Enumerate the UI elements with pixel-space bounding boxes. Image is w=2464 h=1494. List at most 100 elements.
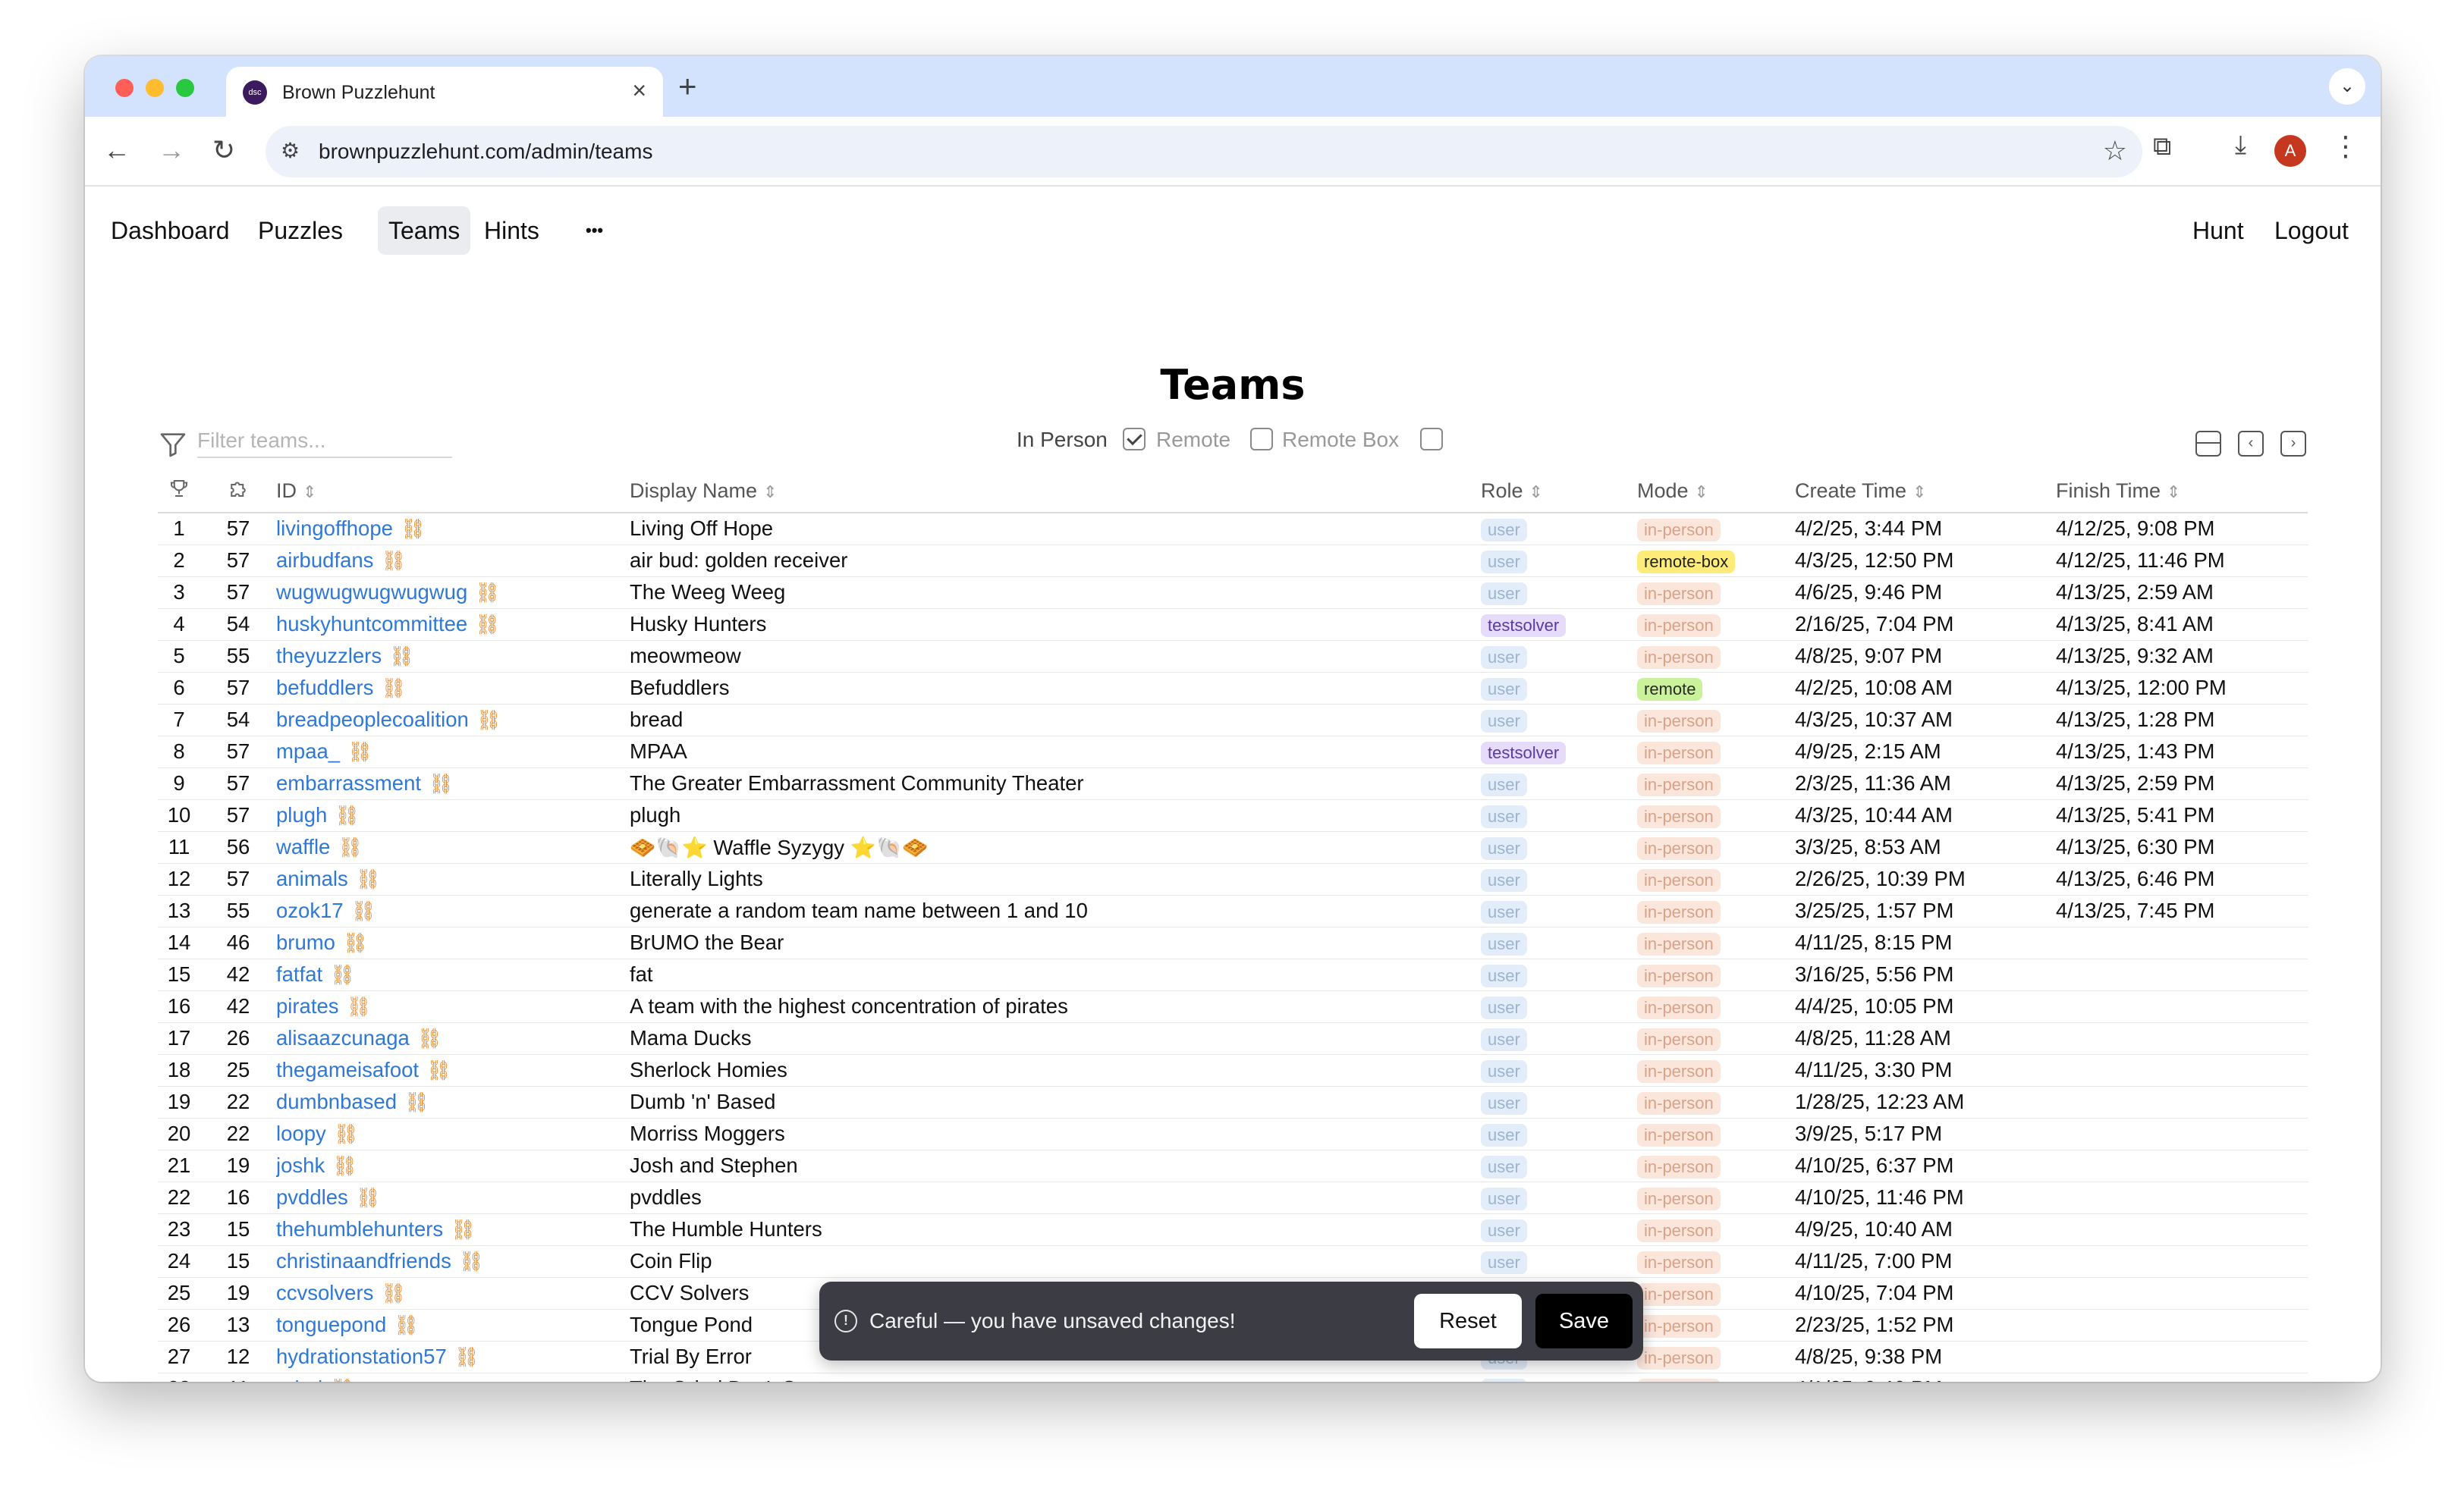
id-column-header[interactable]: ID ⇕ — [276, 470, 630, 513]
display-name-cell[interactable]: generate a random team name between 1 an… — [630, 895, 1481, 927]
display-name-cell[interactable]: The Grind Don't Stop — [630, 1373, 1481, 1382]
in-person-checkbox[interactable] — [1123, 428, 1146, 450]
table-row[interactable]: 15 42 fatfat ⛓ fat user in-person 3/16/25, 5:56… — [158, 959, 2308, 991]
team-id-link[interactable]: dumbnbased — [276, 1090, 397, 1113]
role-badge[interactable]: user — [1481, 709, 1527, 733]
link-icon[interactable]: ⛓ — [330, 963, 355, 986]
nav-logout[interactable]: Logout — [2264, 206, 2359, 255]
link-icon[interactable]: ⛓ — [454, 1345, 479, 1368]
display-name-cell[interactable]: Befuddlers — [630, 672, 1481, 705]
link-icon[interactable]: ⛓ — [426, 1059, 451, 1081]
link-icon[interactable]: ⛓ — [475, 613, 500, 636]
tab-search-icon[interactable]: ⌄ — [2329, 68, 2365, 105]
table-row[interactable]: 24 15 christinaandfriends ⛓ Coin Flip user in-… — [158, 1245, 2308, 1278]
extensions-icon[interactable]: ⧉ — [2153, 132, 2171, 162]
display-name-cell[interactable]: MPAA — [630, 736, 1481, 768]
table-row[interactable]: 20 22 loopy ⛓ Morriss Moggers user in-person 3/… — [158, 1118, 2308, 1150]
link-icon[interactable]: ⛓ — [330, 1377, 355, 1382]
display-name-cell[interactable]: Mama Ducks — [630, 1022, 1481, 1055]
finish-time-column-header[interactable]: Finish Time ⇕ — [2056, 470, 2308, 513]
remote-box-checkbox[interactable] — [1420, 428, 1443, 450]
link-icon[interactable]: ⛓ — [404, 1091, 429, 1113]
display-name-cell[interactable]: The Greater Embarrassment Community Thea… — [630, 767, 1481, 800]
table-row[interactable]: 14 46 brumo ⛓ BrUMO the Bear user in-person 4/1… — [158, 927, 2308, 959]
role-badge[interactable]: user — [1481, 900, 1527, 924]
team-id-link[interactable]: brumo — [276, 931, 335, 954]
display-name-cell[interactable]: Literally Lights — [630, 863, 1481, 896]
layout-toggle-icon[interactable] — [2195, 431, 2221, 457]
nav-more-icon[interactable]: ••• — [575, 206, 614, 255]
table-row[interactable]: 8 57 mpaa_ ⛓ MPAA testsolver in-person 4/9/25, … — [158, 736, 2308, 768]
display-name-cell[interactable]: meowmeow — [630, 640, 1481, 673]
table-row[interactable]: 16 42 pirates ⛓ A team with the highest conc… — [158, 990, 2308, 1023]
team-id-link[interactable]: mpaa_ — [276, 739, 340, 763]
mode-badge[interactable]: in-person — [1637, 1219, 1721, 1242]
nav-teams[interactable]: Teams — [378, 206, 471, 255]
mode-badge[interactable]: in-person — [1637, 996, 1721, 1019]
table-row[interactable]: 17 26 alisaazcunaga ⛓ Mama Ducks user in-perso… — [158, 1022, 2308, 1055]
bookmark-star-icon[interactable]: ☆ — [2103, 135, 2127, 167]
team-id-link[interactable]: thegameisafoot — [276, 1058, 419, 1081]
mode-badge[interactable]: in-person — [1637, 1028, 1721, 1051]
role-badge[interactable]: user — [1481, 1091, 1527, 1115]
table-row[interactable]: 19 22 dumbnbased ⛓ Dumb 'n' Based user in-pers… — [158, 1086, 2308, 1119]
link-icon[interactable]: ⛓ — [332, 1154, 357, 1177]
display-name-cell[interactable]: Husky Hunters — [630, 608, 1481, 641]
display-name-cell[interactable]: A team with the highest concentration of… — [630, 990, 1481, 1023]
solves-column-header[interactable] — [200, 470, 276, 513]
team-id-link[interactable]: hydrationstation57 — [276, 1345, 447, 1368]
close-window-button[interactable] — [115, 79, 134, 97]
link-icon[interactable]: ⛓ — [343, 931, 368, 954]
create-time-column-header[interactable]: Create Time ⇕ — [1795, 470, 2056, 513]
table-row[interactable]: 13 55 ozok17 ⛓ generate a random team name b… — [158, 895, 2308, 927]
team-id-link[interactable]: wugwugwugwugwug — [276, 580, 467, 604]
team-id-link[interactable]: embarrassment — [276, 771, 421, 795]
browser-tab[interactable]: dsc Brown Puzzlehunt × — [226, 67, 663, 117]
team-id-link[interactable]: ccvsolvers — [276, 1281, 373, 1304]
role-badge[interactable]: user — [1481, 1251, 1527, 1274]
team-id-link[interactable]: loopy — [276, 1122, 326, 1145]
mode-badge[interactable]: in-person — [1637, 1282, 1721, 1306]
team-id-link[interactable]: livingoffhope — [276, 516, 393, 540]
display-name-cell[interactable]: Josh and Stephen — [630, 1150, 1481, 1182]
display-name-cell[interactable]: pvddles — [630, 1182, 1481, 1214]
back-icon[interactable]: ← — [103, 132, 130, 168]
display-name-cell[interactable]: Dumb 'n' Based — [630, 1086, 1481, 1119]
mode-badge[interactable]: in-person — [1637, 805, 1721, 828]
role-badge[interactable]: user — [1481, 518, 1527, 541]
browser-menu-icon[interactable]: ⋮ — [2332, 130, 2359, 162]
mode-badge[interactable]: in-person — [1637, 1378, 1721, 1382]
reload-icon[interactable]: ↻ — [212, 132, 235, 168]
role-badge[interactable]: user — [1481, 1187, 1527, 1210]
display-name-cell[interactable]: 🧇🐚⭐ Waffle Syzygy ⭐🐚🧇 — [630, 831, 1481, 864]
mode-badge[interactable]: in-person — [1637, 964, 1721, 987]
reset-button[interactable]: Reset — [1414, 1294, 1522, 1348]
link-icon[interactable]: ⛓ — [389, 645, 414, 667]
mode-badge[interactable]: in-person — [1637, 868, 1721, 892]
rank-column-header[interactable] — [158, 470, 200, 513]
mode-badge[interactable]: in-person — [1637, 1091, 1721, 1115]
role-badge[interactable]: user — [1481, 582, 1527, 605]
mode-badge[interactable]: remote — [1637, 677, 1703, 701]
mode-badge[interactable]: in-person — [1637, 773, 1721, 796]
link-icon[interactable]: ⛓ — [356, 868, 381, 890]
mode-badge[interactable]: in-person — [1637, 1251, 1721, 1274]
nav-dashboard[interactable]: Dashboard — [100, 206, 240, 255]
link-icon[interactable]: ⛓ — [338, 836, 363, 858]
table-row[interactable]: 21 19 joshk ⛓ Josh and Stephen user in-person 4… — [158, 1150, 2308, 1182]
forward-icon[interactable]: → — [158, 132, 185, 168]
role-column-header[interactable]: Role ⇕ — [1481, 470, 1637, 513]
role-badge[interactable]: user — [1481, 932, 1527, 956]
table-row[interactable]: 12 57 animals ⛓ Literally Lights user in-perso… — [158, 863, 2308, 896]
close-tab-icon[interactable]: × — [632, 77, 646, 103]
role-badge[interactable]: user — [1481, 1028, 1527, 1051]
team-id-link[interactable]: theyuzzlers — [276, 644, 382, 667]
link-icon[interactable]: ⛓ — [335, 804, 360, 827]
team-id-link[interactable]: joshk — [276, 1153, 325, 1177]
link-icon[interactable]: ⛓ — [451, 1218, 476, 1241]
link-icon[interactable]: ⛓ — [347, 995, 372, 1018]
link-icon[interactable]: ⛓ — [459, 1250, 484, 1273]
site-info-icon[interactable]: ⚙ — [281, 138, 300, 163]
role-badge[interactable]: user — [1481, 550, 1527, 573]
mode-badge[interactable]: in-person — [1637, 741, 1721, 764]
